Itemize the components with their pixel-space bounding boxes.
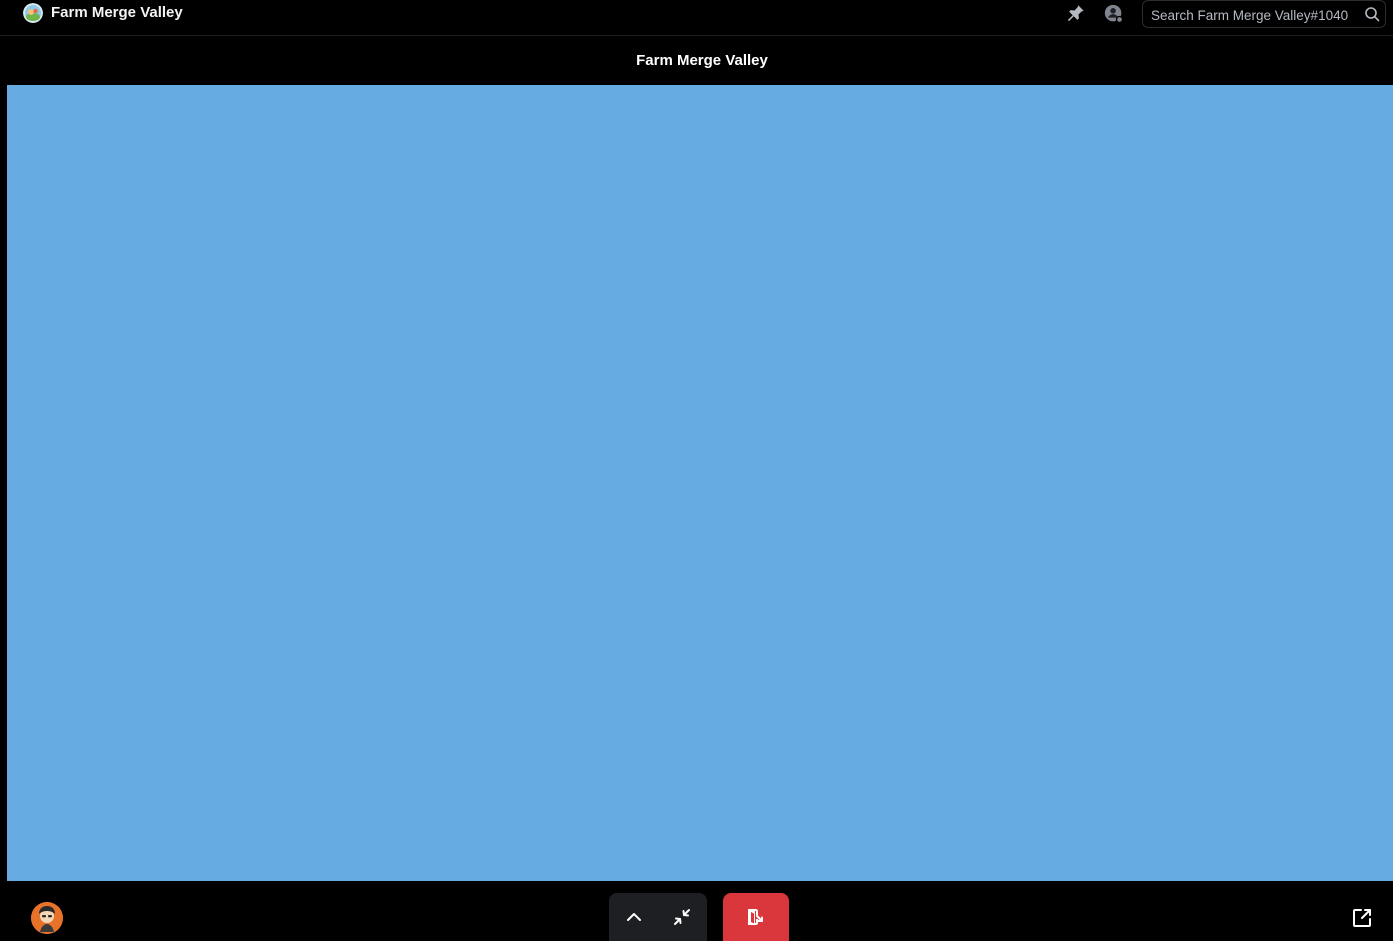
app-window: Farm Merge Valley Search Farm Merge Vall… [0, 0, 1393, 941]
shrink-arrows-icon[interactable] [670, 905, 694, 929]
top-bar: Farm Merge Valley [0, 0, 1393, 36]
activity-controls-bar [7, 881, 1393, 941]
user-avatar[interactable] [31, 902, 63, 934]
search-input[interactable] [1151, 5, 1357, 25]
search-box[interactable] [1142, 0, 1386, 28]
window-title: Farm Merge Valley [51, 4, 183, 21]
search-icon[interactable] [1364, 6, 1380, 22]
activity-control-group [609, 893, 707, 941]
popout-window-icon[interactable] [1350, 906, 1374, 930]
farm-merge-valley-logo-icon [23, 3, 43, 23]
activity-header: Farm Merge Valley [7, 37, 1393, 85]
game-canvas[interactable] [7, 85, 1393, 881]
activity-title: Farm Merge Valley [636, 52, 768, 69]
pin-icon[interactable] [1064, 3, 1086, 25]
chevron-up-icon[interactable] [622, 905, 646, 929]
members-icon[interactable] [1103, 3, 1125, 25]
leave-activity-button[interactable] [723, 893, 789, 941]
leave-activity-icon [748, 909, 763, 925]
left-edge [0, 37, 7, 941]
